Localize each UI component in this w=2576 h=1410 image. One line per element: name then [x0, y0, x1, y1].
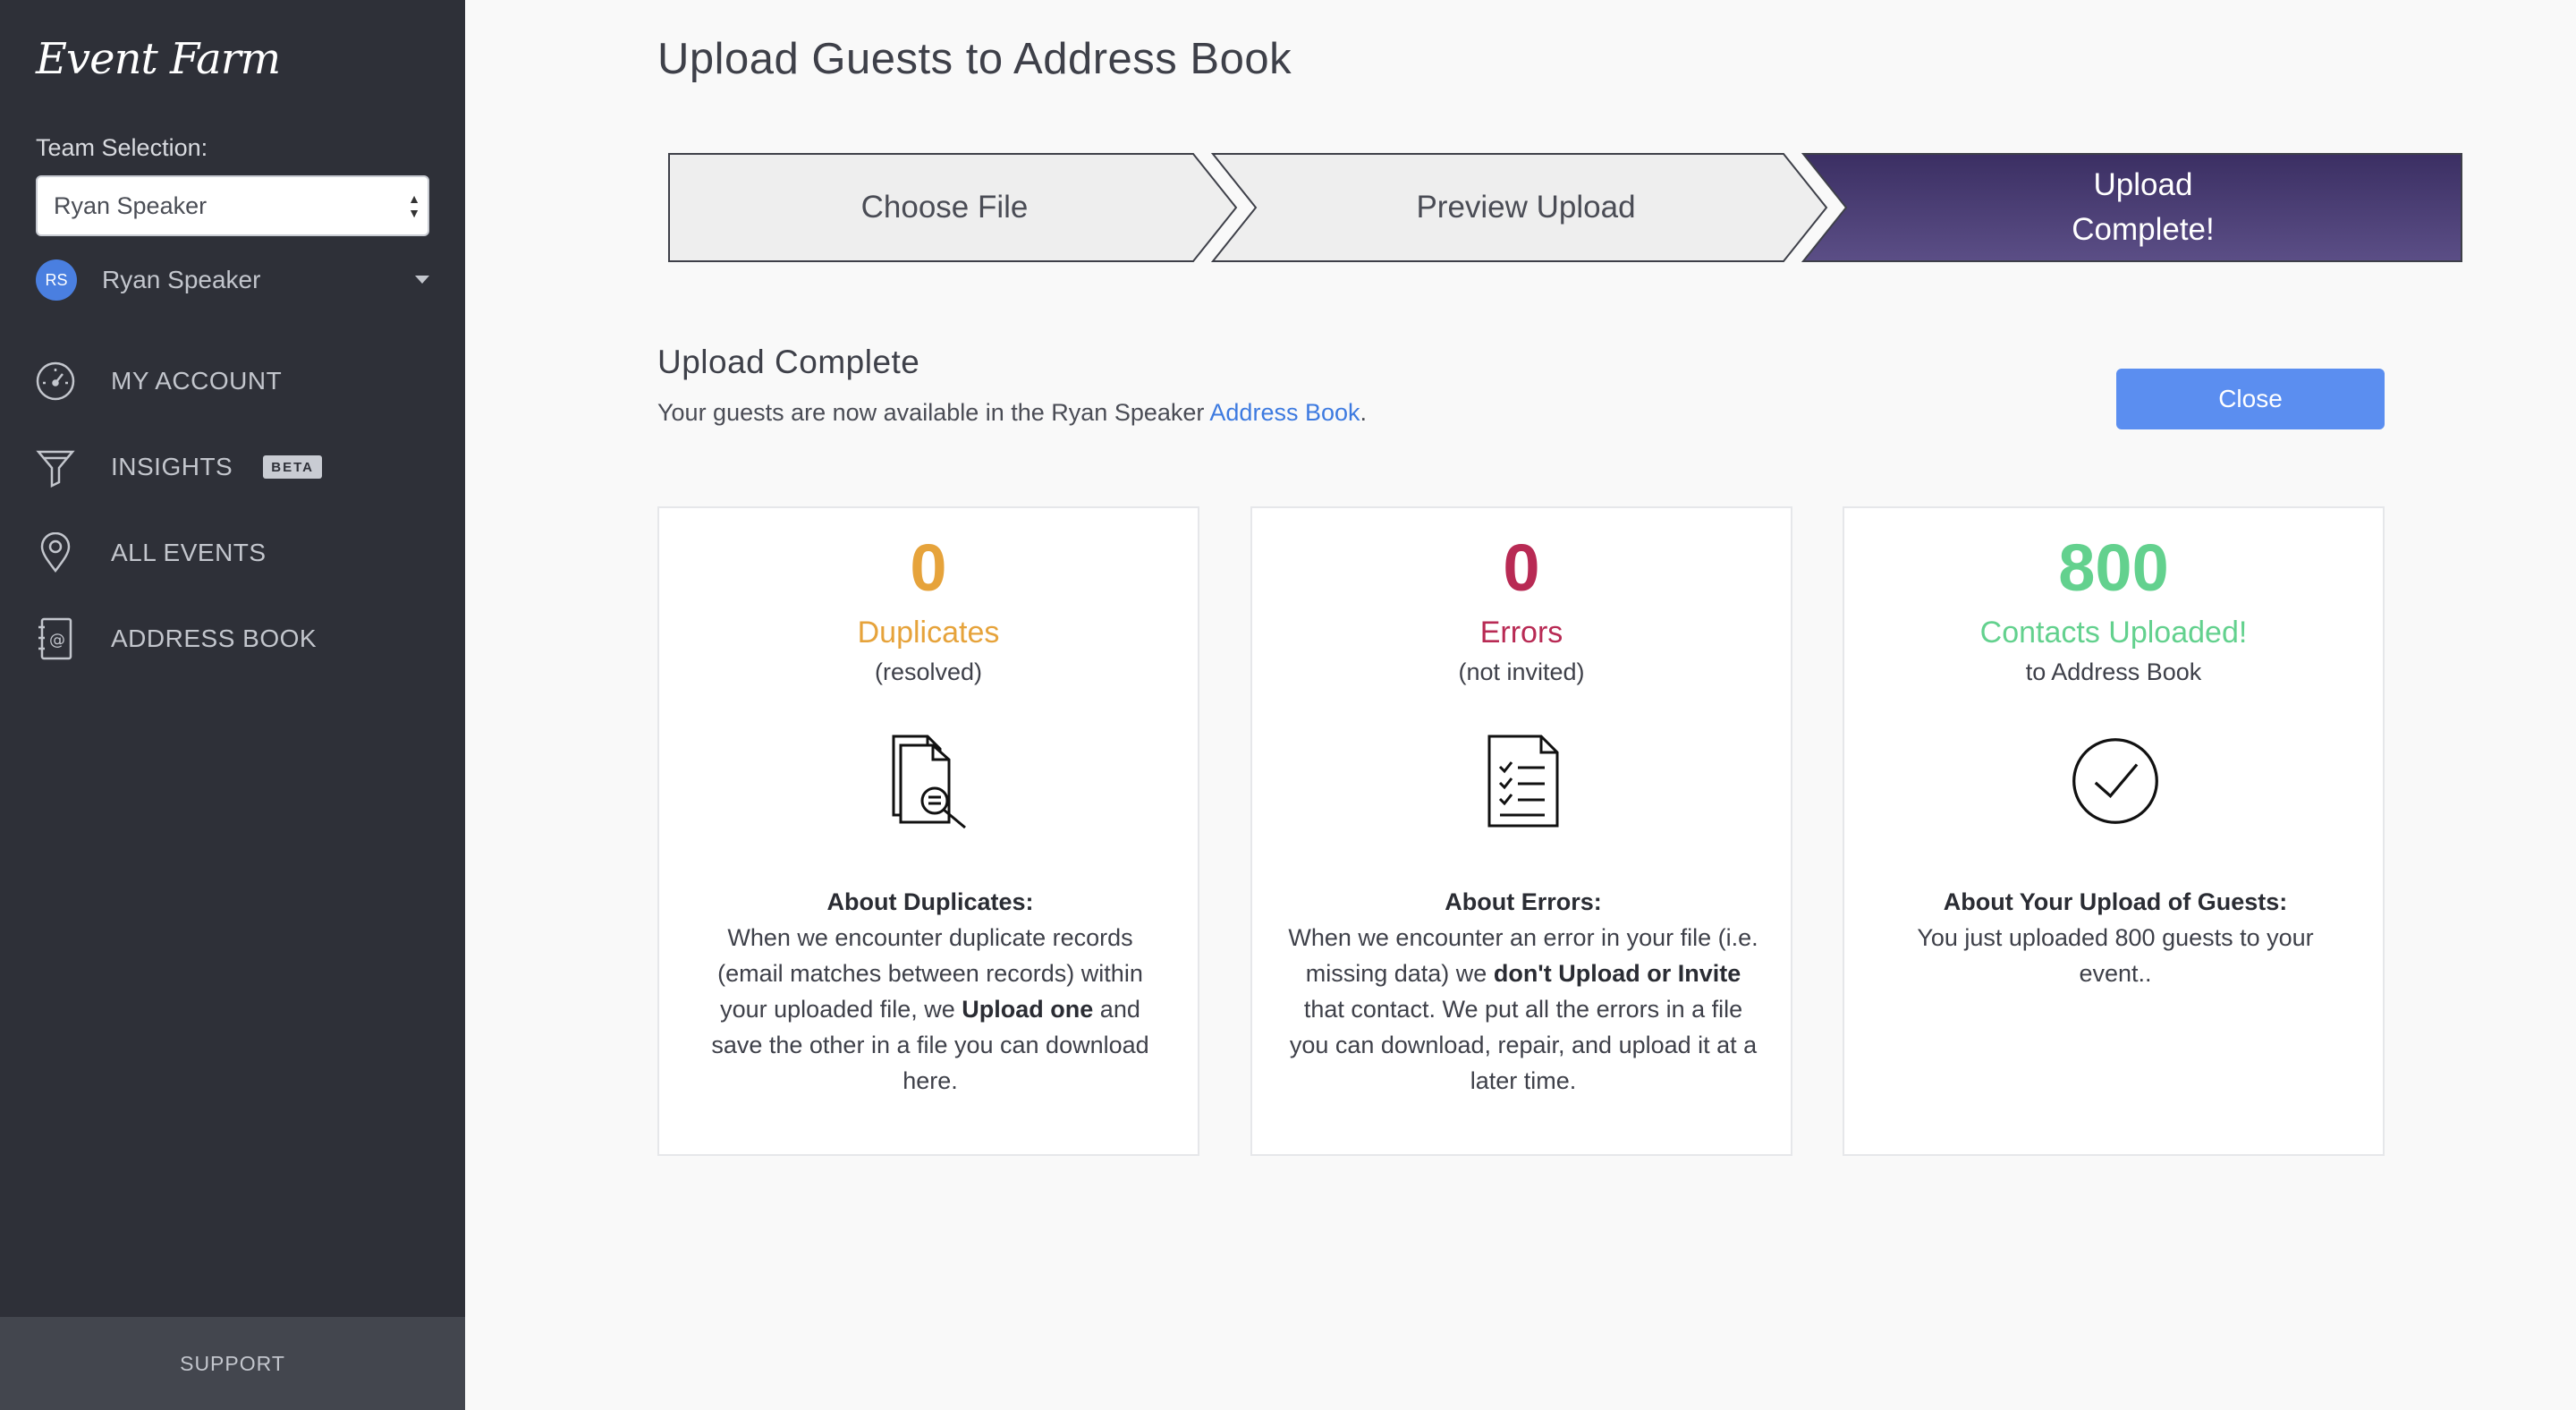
select-arrows-icon: ▲ ▼ — [408, 191, 420, 220]
speedometer-icon — [34, 360, 77, 403]
support-link[interactable]: SUPPORT — [0, 1317, 465, 1410]
about-title: About Duplicates: — [826, 888, 1034, 915]
duplicates-card: 0 Duplicates (resolved) About Duplicates… — [657, 506, 1199, 1156]
section-title: Upload Complete — [657, 344, 920, 380]
event-farm-logo[interactable]: Event Farm — [36, 34, 281, 84]
errors-count: 0 — [1503, 531, 1540, 605]
address-book-link[interactable]: Address Book — [1209, 399, 1360, 426]
step-choose-file[interactable]: Choose File — [667, 152, 1222, 263]
contacts-uploaded-count: 800 — [2058, 531, 2169, 605]
duplicates-count: 0 — [910, 531, 947, 605]
about-text: You just uploaded 800 guests to your eve… — [1917, 924, 2314, 987]
user-name: Ryan Speaker — [102, 266, 261, 293]
step-label-line1: Upload — [2093, 167, 2193, 202]
address-book-icon: @ — [34, 617, 77, 660]
nav-item-insights[interactable]: INSIGHTS BETA — [34, 424, 445, 510]
duplicates-sub: (resolved) — [874, 658, 983, 685]
team-select-value: Ryan Speaker — [54, 191, 208, 219]
nav-item-all-events[interactable]: ALL EVENTS — [34, 510, 445, 596]
about-bold: Upload one — [962, 996, 1094, 1023]
errors-label: Errors — [1479, 616, 1563, 650]
contacts-uploaded-card: 800 Contacts Uploaded! to Address Book A… — [1843, 506, 2385, 1156]
nav-label: ADDRESS BOOK — [111, 624, 318, 652]
checklist-icon — [1479, 732, 1568, 830]
page-title: Upload Guests to Address Book — [657, 35, 1292, 83]
close-button[interactable]: Close — [2116, 369, 2385, 429]
duplicates-label: Duplicates — [857, 616, 1000, 650]
duplicates-about: About Duplicates: When we encounter dupl… — [695, 884, 1165, 1099]
about-title: About Errors: — [1445, 888, 1602, 915]
contacts-uploaded-sub: to Address Book — [2025, 658, 2202, 685]
svg-text:@: @ — [49, 631, 66, 650]
errors-about: About Errors: When we encounter an error… — [1288, 884, 1758, 1099]
map-pin-icon — [34, 531, 77, 574]
errors-sub: (not invited) — [1458, 658, 1585, 685]
team-selection-label: Team Selection: — [36, 134, 208, 161]
desc-suffix: . — [1360, 399, 1368, 426]
about-title: About Your Upload of Guests: — [1943, 888, 2288, 915]
user-menu[interactable]: RS Ryan Speaker — [36, 259, 429, 301]
contacts-uploaded-label: Contacts Uploaded! — [1979, 616, 2248, 650]
funnel-icon — [34, 446, 77, 488]
nav-label: ALL EVENTS — [111, 539, 267, 566]
avatar: RS — [36, 259, 77, 301]
step-label-line2: Complete! — [2072, 212, 2215, 247]
team-select[interactable]: Ryan Speaker ▲ ▼ — [36, 175, 429, 236]
nav-label: MY ACCOUNT — [111, 367, 283, 395]
contacts-uploaded-about: About Your Upload of Guests: You just up… — [1880, 884, 2351, 991]
nav-item-address-book[interactable]: @ ADDRESS BOOK — [34, 596, 445, 682]
errors-card: 0 Errors (not invited) About Errors: Whe… — [1250, 506, 1792, 1156]
sidebar-nav: MY ACCOUNT INSIGHTS BETA ALL EVENTS @ AD… — [34, 338, 445, 682]
step-preview-upload[interactable]: Preview Upload — [1240, 152, 1812, 263]
document-search-icon — [886, 732, 975, 830]
section-description: Your guests are now available in the Rya… — [657, 399, 1367, 427]
beta-badge: BETA — [263, 455, 322, 479]
sidebar: Event Farm Team Selection: Ryan Speaker … — [0, 0, 465, 1410]
about-text-end: that contact. We put all the errors in a… — [1289, 996, 1758, 1094]
caret-down-icon — [415, 276, 429, 284]
upload-stepper: Choose File Preview Upload Upload Comple… — [667, 152, 2465, 263]
about-bold: don't Upload or Invite — [1493, 960, 1741, 987]
check-circle-icon — [2071, 732, 2160, 830]
desc-text: Your guests are now available in the Rya… — [657, 399, 1210, 426]
nav-label: INSIGHTS — [111, 453, 233, 480]
nav-item-my-account[interactable]: MY ACCOUNT — [34, 338, 445, 424]
step-upload-complete[interactable]: Upload Complete! — [1830, 152, 2456, 263]
